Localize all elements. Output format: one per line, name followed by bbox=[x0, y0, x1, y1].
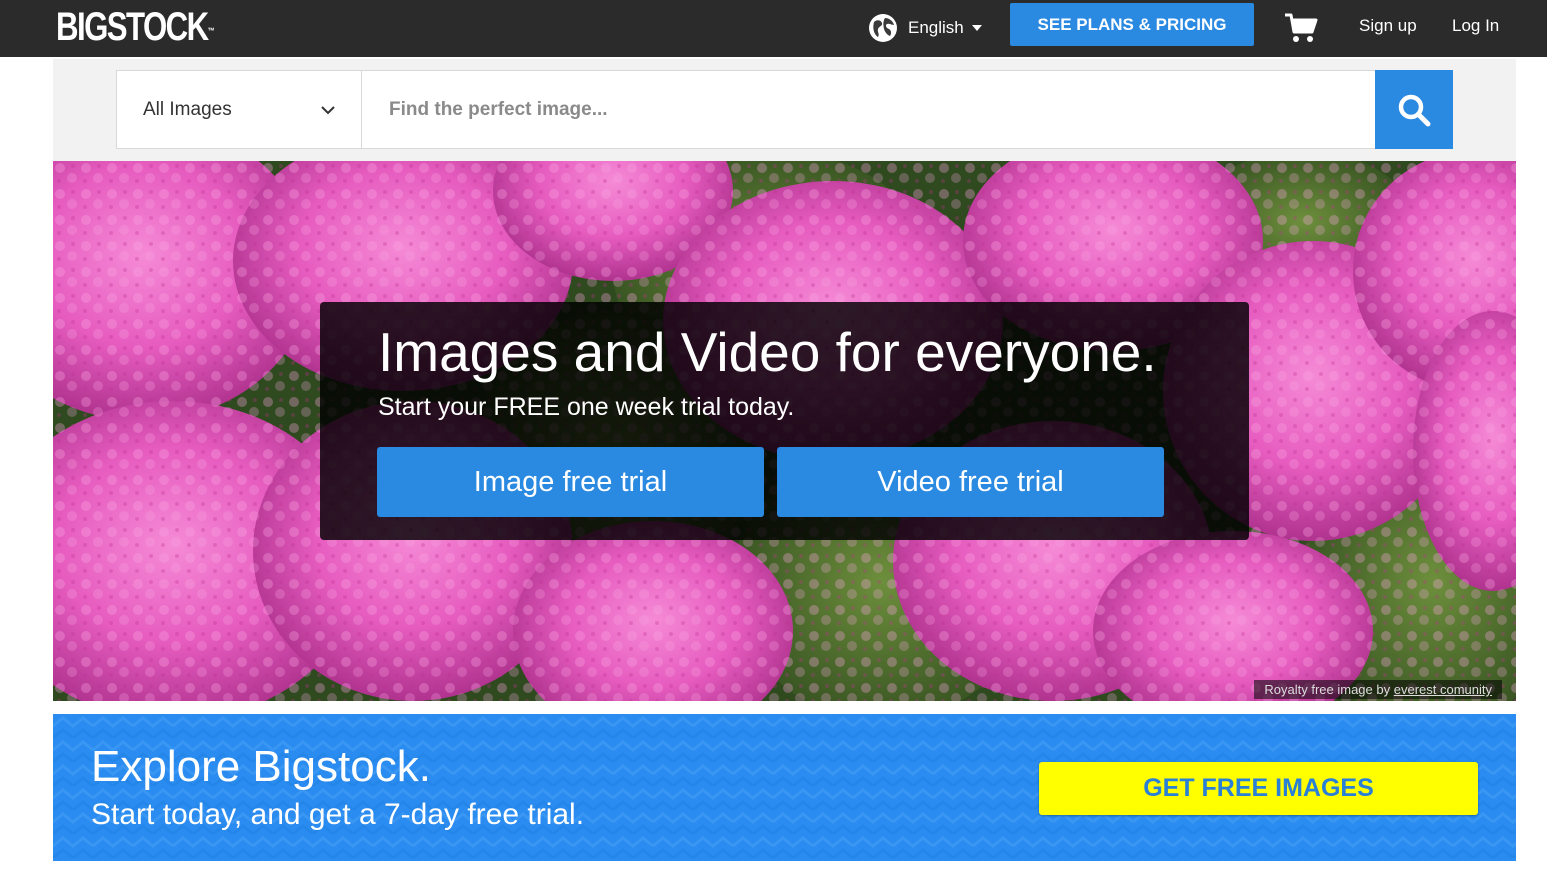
get-free-images-button[interactable]: GET FREE IMAGES bbox=[1039, 762, 1478, 815]
category-dropdown[interactable]: All Images bbox=[116, 70, 362, 149]
globe-icon bbox=[869, 14, 897, 42]
explore-subtitle: Start today, and get a 7-day free trial. bbox=[91, 798, 585, 831]
explore-title: Explore Bigstock. bbox=[91, 742, 431, 791]
language-selector[interactable]: English bbox=[868, 12, 982, 44]
category-label: All Images bbox=[143, 98, 232, 120]
see-plans-pricing-button[interactable]: SEE PLANS & PRICING bbox=[1010, 3, 1254, 46]
hero-title: Images and Video for everyone. bbox=[378, 321, 1157, 383]
image-credit: Royalty free image by everest comunity bbox=[1254, 680, 1502, 699]
chevron-down-icon bbox=[321, 106, 335, 115]
bigstock-logo[interactable]: BIGSTOCK™ bbox=[56, 5, 215, 49]
search-bar: All Images bbox=[53, 59, 1516, 161]
sign-up-link[interactable]: Sign up bbox=[1359, 16, 1417, 36]
logo-text: BIGSTOCK bbox=[56, 5, 209, 49]
hero-banner: Images and Video for everyone. Start you… bbox=[53, 161, 1516, 701]
logo-trademark: ™ bbox=[207, 26, 215, 36]
search-input[interactable] bbox=[361, 70, 1376, 149]
search-icon bbox=[1398, 94, 1431, 126]
cart-icon[interactable] bbox=[1284, 12, 1318, 44]
caret-down-icon bbox=[971, 25, 982, 31]
search-button[interactable] bbox=[1375, 70, 1453, 149]
image-free-trial-button[interactable]: Image free trial bbox=[377, 447, 764, 517]
credit-prefix: Royalty free image by bbox=[1264, 682, 1394, 697]
video-free-trial-button[interactable]: Video free trial bbox=[777, 447, 1164, 517]
log-in-link[interactable]: Log In bbox=[1452, 16, 1499, 36]
language-label: English bbox=[908, 18, 964, 37]
hero-overlay: Images and Video for everyone. Start you… bbox=[320, 302, 1249, 540]
credit-author-link[interactable]: everest comunity bbox=[1394, 682, 1492, 697]
explore-banner: Explore Bigstock. Start today, and get a… bbox=[53, 714, 1516, 861]
top-nav: BIGSTOCK™ English SEE PLANS & PRICING Si… bbox=[0, 0, 1547, 57]
hero-subtitle: Start your FREE one week trial today. bbox=[378, 393, 795, 421]
